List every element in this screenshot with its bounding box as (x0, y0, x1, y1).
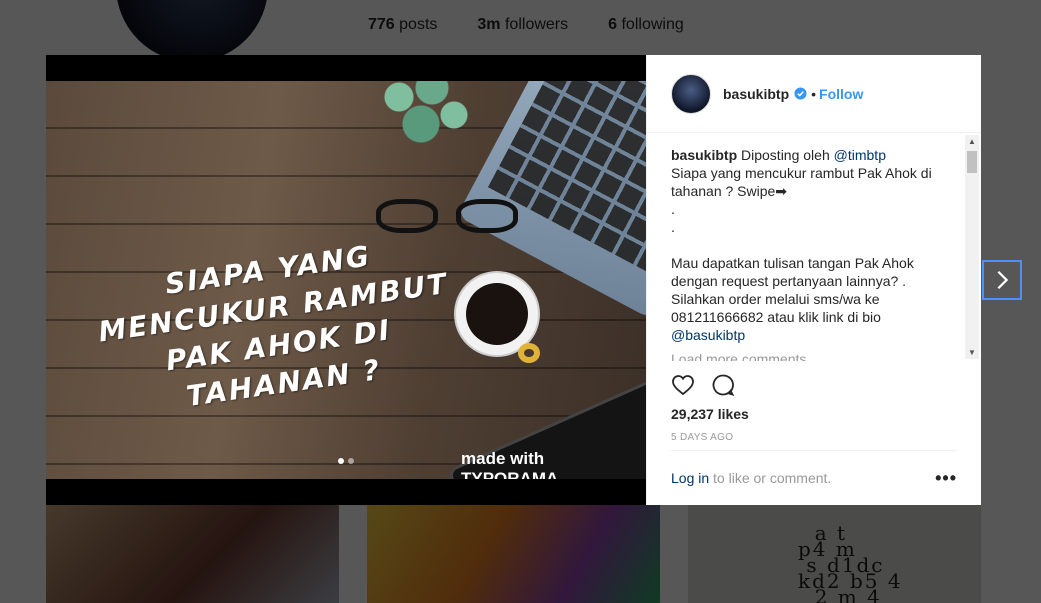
carousel-dot-active (338, 458, 344, 464)
author-avatar[interactable] (671, 73, 711, 114)
cup-handle (518, 343, 540, 363)
caption-username[interactable]: basukibtp (671, 147, 737, 163)
follow-button[interactable]: Follow (819, 86, 863, 102)
author-username[interactable]: basukibtp (723, 86, 789, 102)
caption-prefix: Diposting oleh (741, 147, 830, 163)
verified-badge-icon (794, 87, 807, 100)
plant-illustration (366, 81, 476, 151)
login-link[interactable]: Log in (671, 470, 709, 486)
post-date[interactable]: 5 DAYS AGO (671, 432, 733, 443)
post-header: basukibtp • Follow (647, 55, 981, 133)
likes-count[interactable]: 29,237 likes (671, 406, 749, 422)
carousel-dot (348, 458, 354, 464)
post-media: SIAPA YANG MENCUKUR RAMBUT PAK AHOK DI T… (46, 55, 646, 505)
caption-bio-mention[interactable]: @basukibtp (671, 326, 959, 344)
post-image[interactable]: SIAPA YANG MENCUKUR RAMBUT PAK AHOK DI T… (46, 81, 646, 479)
scrollbar-thumb[interactable] (967, 151, 977, 173)
scroll-up-icon[interactable]: ▲ (968, 137, 976, 146)
divider (671, 450, 957, 451)
caption-mention[interactable]: @timbtp (834, 147, 886, 163)
post-sidebar: basukibtp • Follow basukibtp Diposting o… (646, 55, 981, 505)
comments-scrollbar[interactable]: ▲ ▼ (965, 135, 979, 359)
heart-icon[interactable] (671, 373, 695, 397)
caption: basukibtp Diposting oleh @timbtp (671, 146, 959, 164)
carousel-indicator (338, 458, 354, 464)
next-post-button[interactable] (982, 260, 1022, 300)
login-prompt: Log in to like or comment. (671, 470, 831, 486)
more-options-button[interactable]: ••• (935, 468, 957, 489)
login-text: to like or comment. (713, 470, 832, 486)
post-actions (671, 373, 735, 397)
comments-area[interactable]: basukibtp Diposting oleh @timbtp Siapa y… (671, 133, 959, 361)
load-more-comments[interactable]: Load more comments (671, 350, 959, 361)
image-headline: SIAPA YANG MENCUKUR RAMBUT PAK AHOK DI T… (96, 239, 451, 413)
chevron-right-icon (997, 270, 1009, 290)
scroll-down-icon[interactable]: ▼ (968, 348, 976, 357)
caption-text: Siapa yang mencukur rambut Pak Ahok di t… (671, 165, 932, 325)
post-modal: SIAPA YANG MENCUKUR RAMBUT PAK AHOK DI T… (46, 55, 981, 505)
image-watermark: made with TYPORAMA (461, 449, 559, 479)
comment-icon[interactable] (711, 373, 735, 397)
header-bullet: • (811, 85, 817, 102)
